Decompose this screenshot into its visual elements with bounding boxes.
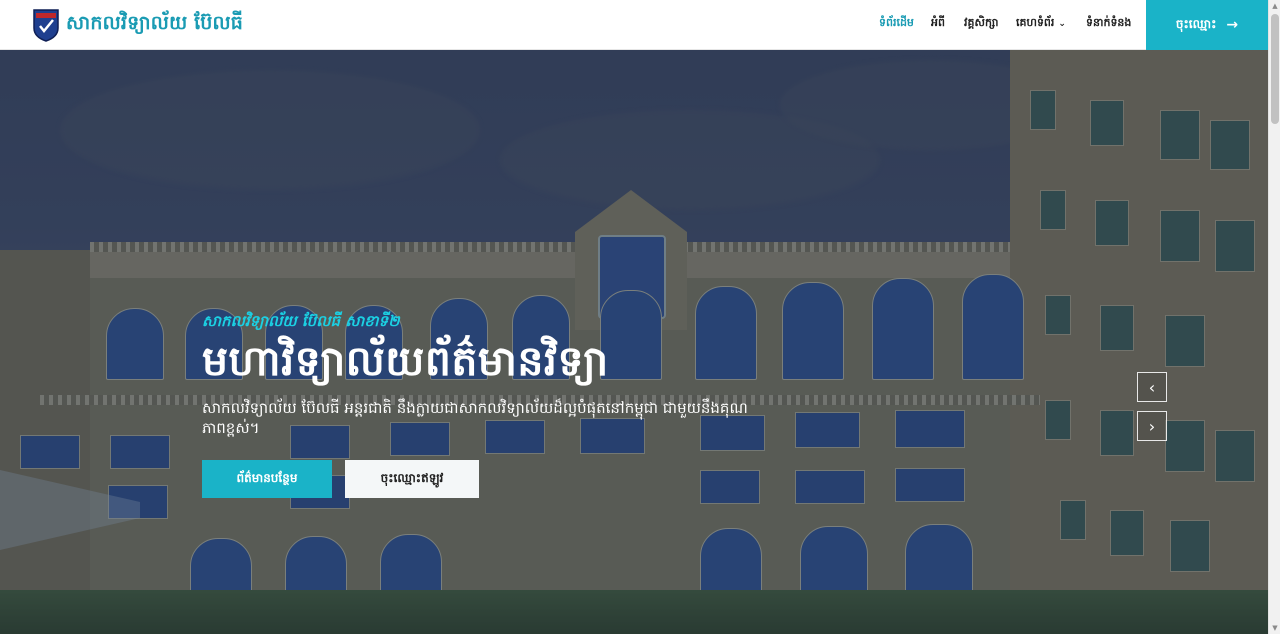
chevron-left-icon: ‹ (1148, 377, 1156, 397)
top-navbar: សាកលវិទ្យាល័យ ប៊ែលធី ទំព័រដើម អំពី វគ្គស… (0, 0, 1268, 50)
scrollbar-thumb[interactable] (1271, 14, 1279, 124)
university-shield-logo (32, 8, 60, 42)
carousel-next-button[interactable]: › (1137, 411, 1167, 441)
page-scrollbar[interactable]: ▲ ▼ (1268, 0, 1280, 634)
nav-item-home[interactable]: ទំព័រដើម (879, 16, 914, 32)
scroll-up-arrow-icon[interactable]: ▲ (1269, 0, 1280, 12)
nav-item-pages-label: គេហទំព័រ (1016, 16, 1055, 29)
carousel-prev-button[interactable]: ‹ (1137, 372, 1167, 402)
hero-title: មហាវិទ្យាល័យព័ត៌មានវិទ្យា (202, 337, 609, 385)
nav-item-contact[interactable]: ទំនាក់ទំនង (1086, 16, 1131, 32)
brand-name: សាកលវិទ្យាល័យ ប៊ែលធី (66, 12, 244, 34)
chevron-right-icon: › (1148, 416, 1156, 436)
hero-carousel: សាកលវិទ្យាល័យ ប៊ែលធី សាខាទី២ មហាវិទ្យាល័… (0, 50, 1268, 634)
hero-description: សាកលវិទ្យាល័យ ប៊ែលធី អន្តរជាតិ នឹងក្លាយជ… (202, 399, 748, 437)
nav-item-about[interactable]: អំពី (931, 16, 945, 32)
nav-item-pages[interactable]: គេហទំព័រ ⌄ (1016, 16, 1066, 32)
register-button-label: ចុះឈ្មោះ (1175, 17, 1217, 31)
arrow-right-icon: → (1226, 17, 1239, 33)
brand[interactable]: សាកលវិទ្យាល័យ ប៊ែលធី (32, 7, 243, 43)
register-button[interactable]: ចុះឈ្មោះ → (1146, 0, 1268, 50)
learn-more-button[interactable]: ព័ត៌មានបន្ថែម (202, 460, 332, 498)
scroll-down-arrow-icon[interactable]: ▼ (1269, 622, 1280, 634)
hero-subtitle: សាកលវិទ្យាល័យ ប៊ែលធី សាខាទី២ (202, 312, 400, 330)
nav-item-courses[interactable]: វគ្គសិក្សា (964, 16, 999, 32)
register-now-button[interactable]: ចុះឈ្មោះឥឡូវ (345, 460, 479, 498)
chevron-down-icon: ⌄ (1058, 19, 1066, 29)
